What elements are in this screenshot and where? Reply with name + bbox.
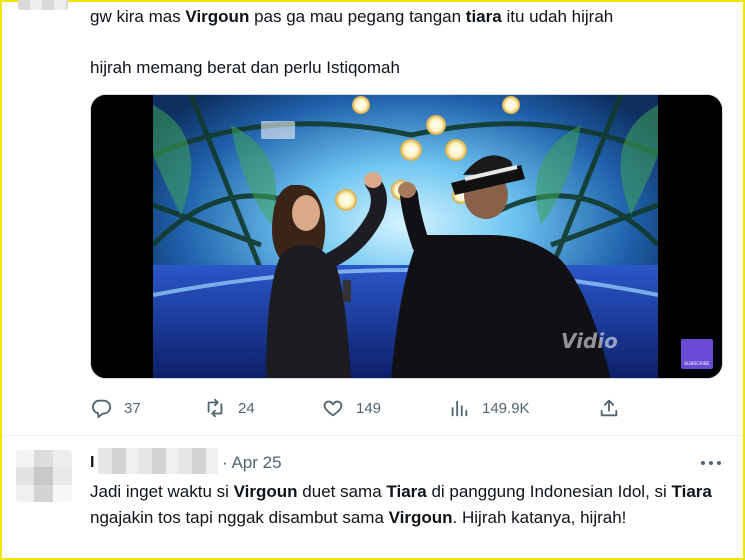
tweet-bold-tiara: tiara	[465, 7, 502, 26]
views-count: 149.9K	[482, 399, 530, 417]
like-count: 149	[356, 399, 382, 417]
tweet-video[interactable]: SUBSCRIBE Vidio	[90, 94, 723, 379]
tweet-text-part: gw kira mas	[90, 7, 186, 26]
share-icon	[600, 399, 618, 417]
reply-text: Jadi inget waktu si Virgoun duet sama Ti…	[90, 479, 730, 531]
reply-bold-tiara: Tiara	[386, 482, 427, 501]
reply-date[interactable]: Apr 25	[231, 453, 281, 472]
tweet-text-line-1: gw kira mas Virgoun pas ga mau pegang ta…	[90, 6, 613, 28]
like-icon	[323, 400, 343, 417]
tweet-divider	[2, 435, 743, 436]
like-button[interactable]: 149	[322, 394, 381, 422]
share-button[interactable]	[598, 394, 632, 422]
reply-text-part: duet sama	[297, 482, 387, 501]
reply-text-part: . Hijrah katanya, hijrah!	[452, 508, 627, 527]
vidio-watermark: Vidio	[561, 329, 618, 353]
more-icon[interactable]	[700, 453, 722, 473]
reply-text-part: ngajakin tos tapi nggak disambut sama	[90, 508, 389, 527]
reply-text-part: Jadi inget waktu si	[90, 482, 234, 501]
reply-bold-tiara: Tiara	[671, 482, 712, 501]
reply-author-handle-censored	[98, 448, 218, 474]
retweet-count: 24	[238, 399, 255, 417]
top-author-avatar[interactable]	[18, 0, 68, 10]
views-icon	[451, 400, 468, 417]
reply-bold-virgoun: Virgoun	[233, 482, 298, 501]
retweet-icon	[207, 398, 223, 418]
reply-author-name[interactable]: I	[90, 452, 94, 474]
tweet-text-line-2: hijrah memang berat dan perlu Istiqomah	[90, 58, 400, 77]
reply-author-avatar[interactable]	[16, 450, 72, 502]
tweet-text-part: itu udah hijrah	[501, 7, 614, 26]
tweet-action-bar: 37 24 149 149.9K	[90, 394, 723, 422]
reply-icon	[92, 399, 112, 419]
reply-count: 37	[124, 399, 141, 417]
retweet-button[interactable]: 24	[204, 394, 255, 422]
reply-meta: · Apr 25	[222, 452, 282, 474]
reply-separator: ·	[222, 453, 228, 472]
reply-button[interactable]: 37	[90, 394, 141, 422]
reply-text-part: di panggung Indonesian Idol, si	[426, 482, 672, 501]
subscribe-badge-text: SUBSCRIBE	[684, 361, 710, 367]
tweet-bold-virgoun: Virgoun	[185, 7, 250, 26]
video-frame: SUBSCRIBE Vidio	[91, 95, 722, 378]
tweet-text-part: pas ga mau pegang tangan	[249, 7, 466, 26]
reply-bold-virgoun: Virgoun	[388, 508, 453, 527]
views-button[interactable]: 149.9K	[448, 394, 530, 422]
